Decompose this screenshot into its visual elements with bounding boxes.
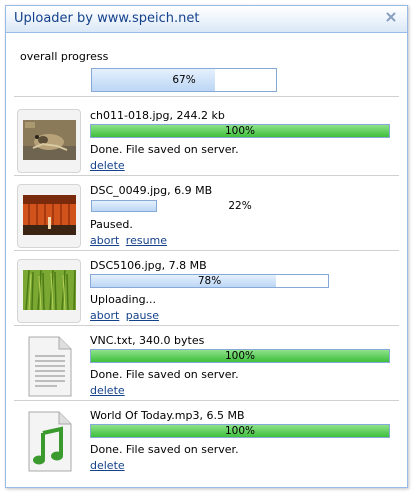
delete-link[interactable]: delete [90,459,125,472]
list-item: ch011-018.jpg, 244.2 kb 100% Done. File … [14,101,399,176]
overall-progress-bar: 67% [91,68,277,92]
close-icon[interactable] [383,9,399,25]
window-title: Uploader by www.speich.net [14,11,200,26]
photo-orange [23,195,76,235]
thumbnail [17,259,81,323]
abort-link[interactable]: abort [90,309,119,322]
file-actions: delete [90,459,128,472]
text-file-icon [28,336,72,397]
photo-grass [23,270,76,310]
file-status: Done. File saved on server. [90,368,239,381]
file-list: ch011-018.jpg, 244.2 kb 100% Done. File … [14,101,399,475]
delete-link[interactable]: delete [90,159,125,172]
file-name: ch011-018.jpg, 244.2 kb [90,109,225,122]
overall-progress-text: 67% [172,74,196,86]
file-progress-bar: 100% [90,349,390,363]
thumbnail [17,184,81,248]
file-name: DSC5106.jpg, 7.8 MB [90,259,207,272]
file-progress-bar: 100% [90,124,390,138]
thumbnail [17,109,81,173]
list-item: DSC5106.jpg, 7.8 MB 78% Uploading... abo… [14,251,399,326]
file-status: Done. File saved on server. [90,143,239,156]
abort-link[interactable]: abort [90,234,119,247]
list-item: DSC_0049.jpg, 6.9 MB 22% Paused. abort r… [14,176,399,251]
title-bar[interactable]: Uploader by www.speich.net [6,6,407,33]
file-status: Done. File saved on server. [90,443,239,456]
photo-frog [23,120,76,160]
thumbnail [17,334,81,398]
overall-progress-section: overall progress 67% [14,36,399,97]
file-name: VNC.txt, 340.0 bytes [90,334,205,347]
file-progress-text: 100% [224,125,256,137]
list-item: VNC.txt, 340.0 bytes 100% Done. File sav… [14,326,399,401]
file-actions: abort pause [90,309,162,322]
file-actions: abort resume [90,234,170,247]
file-progress-text: 22% [228,200,252,212]
thumbnail [17,409,81,473]
file-progress-bar: 78% [90,274,329,288]
overall-progress-label: overall progress [20,50,109,63]
file-name: World Of Today.mp3, 6.5 MB [90,409,245,422]
file-actions: delete [90,384,128,397]
pause-link[interactable]: pause [126,309,159,322]
file-status: Paused. [90,218,133,231]
file-progress-bar: 100% [90,424,390,438]
file-progress-text: 78% [197,275,222,287]
file-progress-text: 100% [224,425,256,437]
file-progress-text: 100% [224,350,256,362]
file-actions: delete [90,159,128,172]
delete-link[interactable]: delete [90,384,125,397]
file-progress-bar: 22% [90,199,390,213]
file-name: DSC_0049.jpg, 6.9 MB [90,184,213,197]
audio-file-icon [28,411,72,472]
file-status: Uploading... [90,293,157,306]
resume-link[interactable]: resume [126,234,167,247]
uploader-window: Uploader by www.speich.net overall progr… [5,5,408,488]
list-item: World Of Today.mp3, 6.5 MB 100% Done. Fi… [14,401,399,475]
